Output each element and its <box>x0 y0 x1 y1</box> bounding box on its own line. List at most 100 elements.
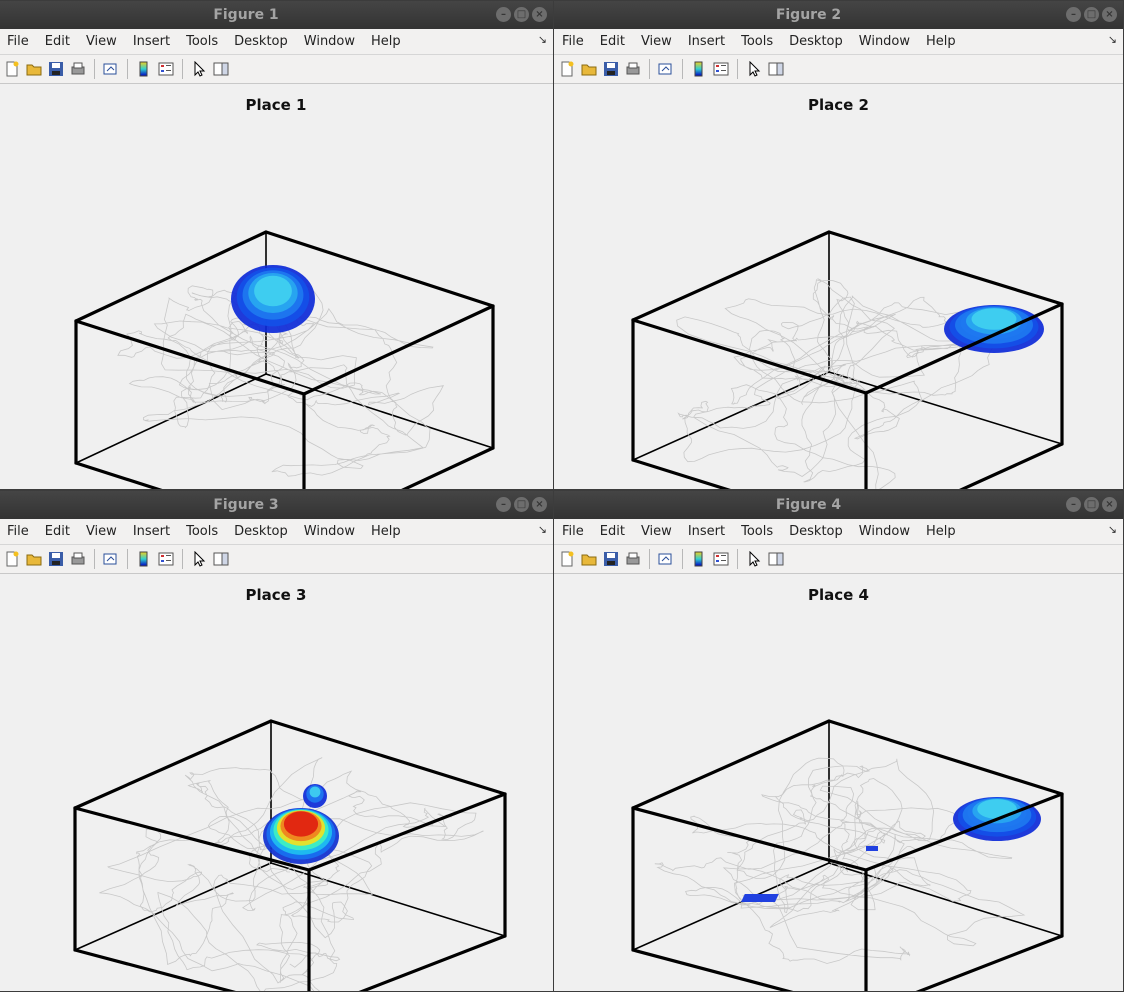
print-icon[interactable] <box>624 550 642 568</box>
figure-window-1: Figure 1 – □ × File Edit View Insert Tools De… <box>0 0 554 490</box>
window-title: Figure 3 <box>213 497 279 513</box>
colorbar-icon[interactable] <box>690 60 708 78</box>
link-plot-icon[interactable] <box>657 60 675 78</box>
menu-file[interactable]: File <box>554 524 592 539</box>
dock-arrow-icon[interactable]: ↘ <box>538 523 547 536</box>
save-icon[interactable] <box>47 550 65 568</box>
property-editor-icon[interactable] <box>212 550 230 568</box>
menu-desktop[interactable]: Desktop <box>781 34 851 49</box>
link-plot-icon[interactable] <box>102 60 120 78</box>
dock-arrow-icon[interactable]: ↘ <box>538 33 547 46</box>
close-button[interactable]: × <box>532 497 547 512</box>
window-titlebar[interactable]: Figure 1 – □ × <box>0 1 553 29</box>
pointer-icon[interactable] <box>745 60 763 78</box>
menu-view[interactable]: View <box>78 34 125 49</box>
menu-window[interactable]: Window <box>851 524 918 539</box>
menu-desktop[interactable]: Desktop <box>226 34 296 49</box>
menu-file[interactable]: File <box>0 524 37 539</box>
window-title: Figure 1 <box>213 7 279 23</box>
maximize-button[interactable]: □ <box>514 497 529 512</box>
window-titlebar[interactable]: Figure 3 – □ × <box>0 491 553 519</box>
property-editor-icon[interactable] <box>767 60 785 78</box>
menu-bar: File Edit View Insert Tools Desktop Window Help… <box>554 519 1123 545</box>
axes-3d[interactable] <box>0 574 554 992</box>
minimize-button[interactable]: – <box>496 7 511 22</box>
menu-edit[interactable]: Edit <box>37 34 78 49</box>
menu-edit[interactable]: Edit <box>37 524 78 539</box>
pointer-icon[interactable] <box>190 60 208 78</box>
menu-tools[interactable]: Tools <box>178 524 226 539</box>
menu-help[interactable]: Help <box>918 34 964 49</box>
pointer-icon[interactable] <box>190 550 208 568</box>
axes-3d[interactable] <box>554 574 1124 992</box>
save-icon[interactable] <box>47 60 65 78</box>
legend-icon[interactable] <box>157 550 175 568</box>
close-button[interactable]: × <box>1102 497 1117 512</box>
open-file-icon[interactable] <box>580 60 598 78</box>
menu-edit[interactable]: Edit <box>592 34 633 49</box>
legend-icon[interactable] <box>712 60 730 78</box>
new-figure-icon[interactable] <box>3 60 21 78</box>
link-plot-icon[interactable] <box>102 550 120 568</box>
menu-view[interactable]: View <box>78 524 125 539</box>
firing-rate-patch <box>741 894 779 902</box>
menu-desktop[interactable]: Desktop <box>781 524 851 539</box>
menu-window[interactable]: Window <box>296 524 363 539</box>
dock-arrow-icon[interactable]: ↘ <box>1108 523 1117 536</box>
minimize-button[interactable]: – <box>1066 7 1081 22</box>
link-plot-icon[interactable] <box>657 550 675 568</box>
close-button[interactable]: × <box>1102 7 1117 22</box>
menu-window[interactable]: Window <box>296 34 363 49</box>
colorbar-icon[interactable] <box>690 550 708 568</box>
menu-insert[interactable]: Insert <box>125 34 178 49</box>
toolbar-separator <box>682 549 683 569</box>
dock-arrow-icon[interactable]: ↘ <box>1108 33 1117 46</box>
menu-edit[interactable]: Edit <box>592 524 633 539</box>
menu-help[interactable]: Help <box>918 524 964 539</box>
menu-view[interactable]: View <box>633 34 680 49</box>
menu-bar: File Edit View Insert Tools Desktop Window Help… <box>0 29 553 55</box>
new-figure-icon[interactable] <box>558 60 576 78</box>
new-figure-icon[interactable] <box>3 550 21 568</box>
colorbar-icon[interactable] <box>135 550 153 568</box>
close-button[interactable]: × <box>532 7 547 22</box>
maximize-button[interactable]: □ <box>1084 497 1099 512</box>
property-editor-icon[interactable] <box>767 550 785 568</box>
window-titlebar[interactable]: Figure 2 – □ × <box>554 1 1123 29</box>
open-file-icon[interactable] <box>25 550 43 568</box>
print-icon[interactable] <box>69 550 87 568</box>
menu-view[interactable]: View <box>633 524 680 539</box>
property-editor-icon[interactable] <box>212 60 230 78</box>
legend-icon[interactable] <box>157 60 175 78</box>
open-file-icon[interactable] <box>580 550 598 568</box>
menu-tools[interactable]: Tools <box>733 34 781 49</box>
menu-help[interactable]: Help <box>363 34 409 49</box>
window-titlebar[interactable]: Figure 4 – □ × <box>554 491 1123 519</box>
axes-3d[interactable] <box>0 84 554 490</box>
print-icon[interactable] <box>624 60 642 78</box>
menu-file[interactable]: File <box>0 34 37 49</box>
colorbar-icon[interactable] <box>135 60 153 78</box>
open-file-icon[interactable] <box>25 60 43 78</box>
new-figure-icon[interactable] <box>558 550 576 568</box>
menu-insert[interactable]: Insert <box>680 524 733 539</box>
menu-window[interactable]: Window <box>851 34 918 49</box>
pointer-icon[interactable] <box>745 550 763 568</box>
legend-icon[interactable] <box>712 550 730 568</box>
menu-tools[interactable]: Tools <box>733 524 781 539</box>
axes-3d[interactable] <box>554 84 1124 490</box>
menu-help[interactable]: Help <box>363 524 409 539</box>
menu-insert[interactable]: Insert <box>125 524 178 539</box>
toolbar-separator <box>94 59 95 79</box>
menu-insert[interactable]: Insert <box>680 34 733 49</box>
save-icon[interactable] <box>602 60 620 78</box>
menu-file[interactable]: File <box>554 34 592 49</box>
maximize-button[interactable]: □ <box>514 7 529 22</box>
maximize-button[interactable]: □ <box>1084 7 1099 22</box>
minimize-button[interactable]: – <box>496 497 511 512</box>
minimize-button[interactable]: – <box>1066 497 1081 512</box>
save-icon[interactable] <box>602 550 620 568</box>
menu-desktop[interactable]: Desktop <box>226 524 296 539</box>
print-icon[interactable] <box>69 60 87 78</box>
menu-tools[interactable]: Tools <box>178 34 226 49</box>
